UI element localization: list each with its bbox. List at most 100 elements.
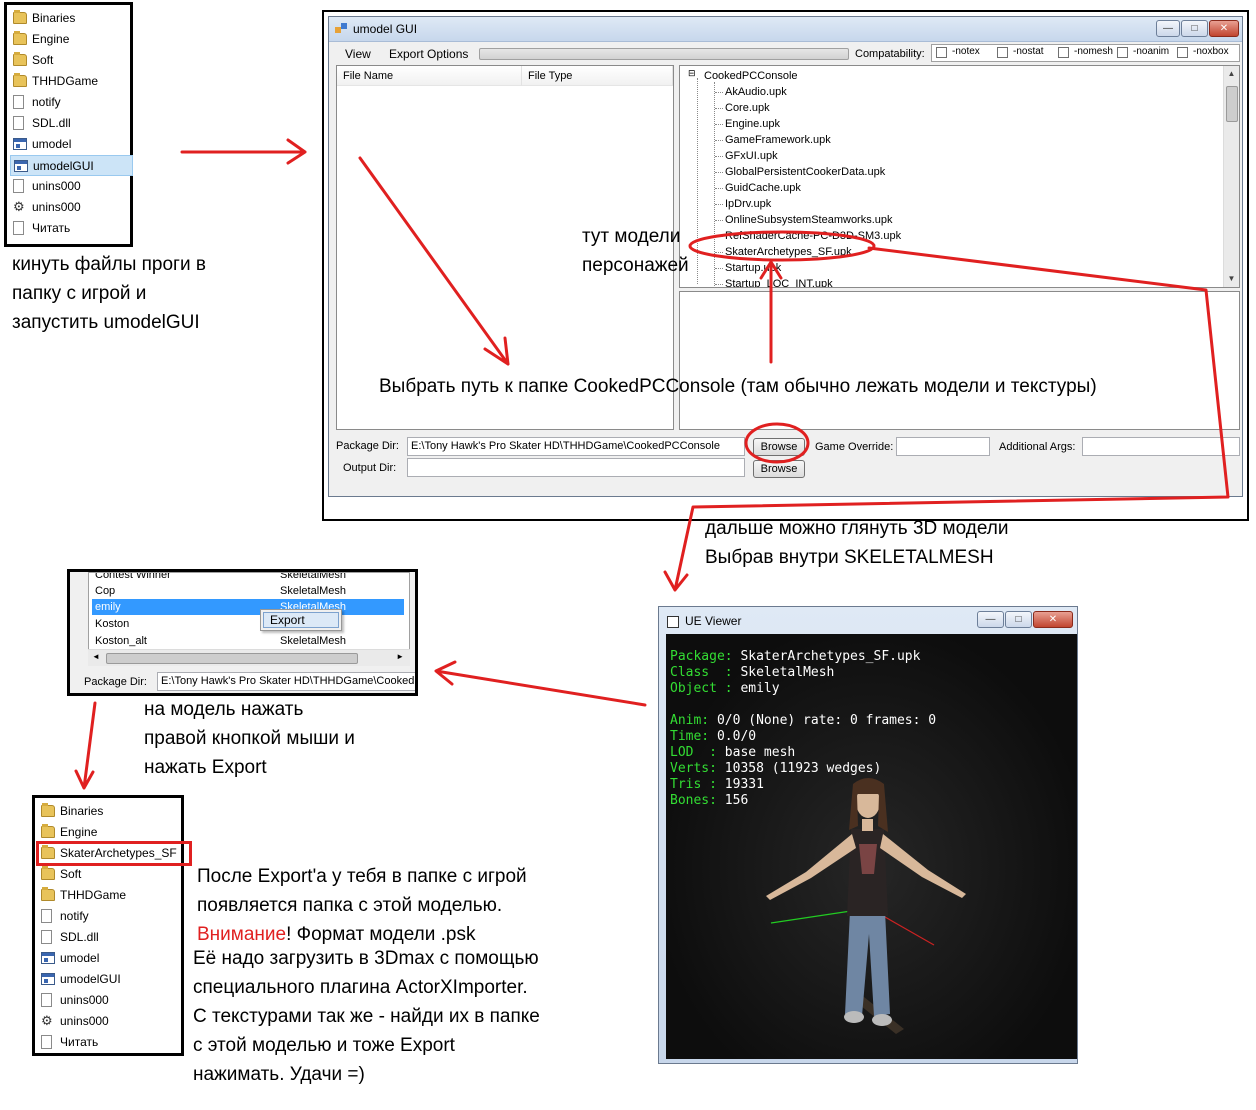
tree-item[interactable]: GameFramework.upk bbox=[725, 134, 831, 146]
scroll-thumb[interactable] bbox=[1226, 86, 1238, 122]
column-file-name[interactable]: File Name bbox=[337, 66, 522, 86]
checkbox-noxbox[interactable] bbox=[1177, 47, 1188, 58]
package-tree[interactable]: ⊟ CookedPCConsole AkAudio.upk Core.upk Eng… bbox=[679, 65, 1240, 288]
checkbox-noanim[interactable] bbox=[1117, 47, 1128, 58]
tree-scrollbar[interactable]: ▲ ▼ bbox=[1223, 66, 1239, 287]
tree-item[interactable]: SkaterArchetypes_SF.upk bbox=[725, 246, 852, 258]
column-file-type[interactable]: File Type bbox=[522, 66, 673, 86]
additional-args-label: Additional Args: bbox=[999, 441, 1076, 453]
file-item[interactable]: Engine bbox=[38, 822, 170, 843]
menu-export-options[interactable]: Export Options bbox=[389, 47, 468, 61]
file-item[interactable]: unins000 bbox=[38, 990, 170, 1011]
setup-icon: ⚙ bbox=[41, 1013, 53, 1028]
list-item-selected[interactable]: emily SkeletalMesh bbox=[92, 599, 404, 615]
application-icon bbox=[41, 973, 55, 985]
scroll-right-arrow[interactable]: ► bbox=[396, 652, 404, 661]
file-icon bbox=[41, 930, 52, 944]
file-item[interactable]: SDL.dll bbox=[38, 927, 170, 948]
tree-item[interactable]: Startup_LOC_INT.upk bbox=[725, 278, 833, 287]
tree-root[interactable]: CookedPCConsole bbox=[704, 70, 798, 82]
file-item[interactable]: umodel bbox=[10, 134, 142, 155]
setup-icon: ⚙ bbox=[13, 199, 25, 214]
tree-item[interactable]: Core.upk bbox=[725, 102, 770, 114]
3d-viewport[interactable]: Package: SkaterArchetypes_SF.upk Class : … bbox=[666, 634, 1077, 1059]
file-item[interactable]: unins000 bbox=[10, 176, 142, 197]
package-dir-field[interactable]: E:\Tony Hawk's Pro Skater HD\THHDGame\Co… bbox=[157, 672, 415, 691]
menu-view[interactable]: View bbox=[345, 47, 371, 61]
folder-icon bbox=[13, 10, 27, 24]
tree-item[interactable]: Startup.upk bbox=[725, 262, 781, 274]
shoe-left bbox=[844, 1011, 864, 1023]
tree-item[interactable]: Engine.upk bbox=[725, 118, 780, 130]
tree-item[interactable]: AkAudio.upk bbox=[725, 86, 787, 98]
browse-package-button[interactable]: Browse bbox=[753, 438, 805, 456]
mesh-list[interactable]: Contest Winner SkeletalMesh Cop SkeletalMe… bbox=[88, 572, 410, 650]
context-menu: Export bbox=[260, 609, 342, 631]
file-item[interactable]: Читать bbox=[38, 1032, 170, 1053]
ue-viewer-app-icon bbox=[667, 616, 679, 628]
tree-connector bbox=[715, 236, 723, 237]
folder-icon bbox=[41, 866, 55, 880]
horizontal-scrollbar[interactable]: ◄ ► bbox=[88, 649, 410, 666]
file-item[interactable]: THHDGame bbox=[38, 885, 170, 906]
scroll-thumb[interactable] bbox=[106, 653, 358, 664]
context-menu-export[interactable]: Export bbox=[263, 612, 339, 628]
close-button[interactable]: ✕ bbox=[1209, 20, 1239, 37]
tree-item[interactable]: RefShaderCache-PC-D3D-SM3.upk bbox=[725, 230, 901, 242]
title-bar[interactable]: umodel GUI — □ ✕ bbox=[329, 17, 1242, 42]
checkbox-notex[interactable] bbox=[936, 47, 947, 58]
scroll-left-arrow[interactable]: ◄ bbox=[92, 652, 100, 661]
checkbox-nomesh[interactable] bbox=[1058, 47, 1069, 58]
game-override-field[interactable] bbox=[896, 437, 990, 456]
axis-green bbox=[770, 910, 852, 924]
minimize-button[interactable]: — bbox=[1156, 20, 1180, 37]
scroll-up-arrow[interactable]: ▲ bbox=[1224, 66, 1239, 82]
file-item[interactable]: Soft bbox=[38, 864, 170, 885]
list-item[interactable]: Koston_alt SkeletalMesh bbox=[92, 633, 404, 649]
tree-item[interactable]: OnlineSubsystemSteamworks.upk bbox=[725, 214, 893, 226]
tree-node-expander[interactable]: ⊟ bbox=[688, 68, 696, 79]
file-item[interactable]: Читать bbox=[10, 218, 142, 239]
file-item[interactable]: umodel bbox=[38, 948, 170, 969]
explorer-bottom: Binaries Engine SkaterArchetypes_SF Soft… bbox=[32, 795, 192, 1056]
file-item[interactable]: Binaries bbox=[10, 8, 142, 29]
arrow-to-explorer bbox=[74, 701, 97, 790]
warning-word: Внимание bbox=[197, 924, 287, 945]
file-item-selected[interactable]: umodelGUI bbox=[10, 155, 133, 176]
file-item[interactable]: SDL.dll bbox=[10, 113, 142, 134]
list-item[interactable]: Koston bbox=[92, 616, 404, 632]
file-item[interactable]: Soft bbox=[10, 50, 142, 71]
file-item[interactable]: Binaries bbox=[38, 801, 170, 822]
output-dir-field[interactable] bbox=[407, 458, 745, 477]
file-item[interactable]: Engine bbox=[10, 29, 142, 50]
progress-bar bbox=[479, 48, 849, 60]
file-item[interactable]: notify bbox=[10, 92, 142, 113]
umodel-app-icon bbox=[335, 23, 347, 35]
tree-item[interactable]: GuidCache.upk bbox=[725, 182, 801, 194]
scroll-down-arrow[interactable]: ▼ bbox=[1224, 271, 1239, 287]
minimize-button[interactable]: — bbox=[977, 611, 1004, 628]
list-item[interactable]: Contest Winner SkeletalMesh bbox=[92, 573, 404, 583]
file-item[interactable]: ⚙ unins000 bbox=[38, 1011, 170, 1032]
file-item[interactable]: notify bbox=[38, 906, 170, 927]
maximize-button[interactable]: □ bbox=[1005, 611, 1032, 628]
tree-item[interactable]: GFxUI.upk bbox=[725, 150, 778, 162]
tree-item[interactable]: GlobalPersistentCookerData.upk bbox=[725, 166, 885, 178]
folder-icon bbox=[13, 73, 27, 87]
browse-output-button[interactable]: Browse bbox=[753, 460, 805, 478]
file-item[interactable]: ⚙ unins000 bbox=[10, 197, 142, 218]
list-item[interactable]: Cop SkeletalMesh bbox=[92, 583, 404, 599]
note-after-export: После Export'а у тебя в папке с игрой по… bbox=[197, 862, 527, 949]
note-step1: кинуть файлы проги в папку с игрой и зап… bbox=[12, 254, 206, 333]
file-item[interactable]: umodelGUI bbox=[38, 969, 170, 990]
file-item[interactable]: THHDGame bbox=[10, 71, 142, 92]
file-item-new-folder[interactable]: SkaterArchetypes_SF bbox=[36, 841, 192, 866]
maximize-button[interactable]: □ bbox=[1181, 20, 1208, 37]
folder-icon bbox=[41, 803, 55, 817]
note-models-here: тут модели персонажей bbox=[582, 226, 689, 276]
checkbox-nostat[interactable] bbox=[997, 47, 1008, 58]
close-button[interactable]: ✕ bbox=[1033, 611, 1073, 628]
tree-item[interactable]: IpDrv.upk bbox=[725, 198, 771, 210]
additional-args-field[interactable] bbox=[1082, 437, 1240, 456]
package-dir-field[interactable]: E:\Tony Hawk's Pro Skater HD\THHDGame\Co… bbox=[407, 437, 745, 456]
